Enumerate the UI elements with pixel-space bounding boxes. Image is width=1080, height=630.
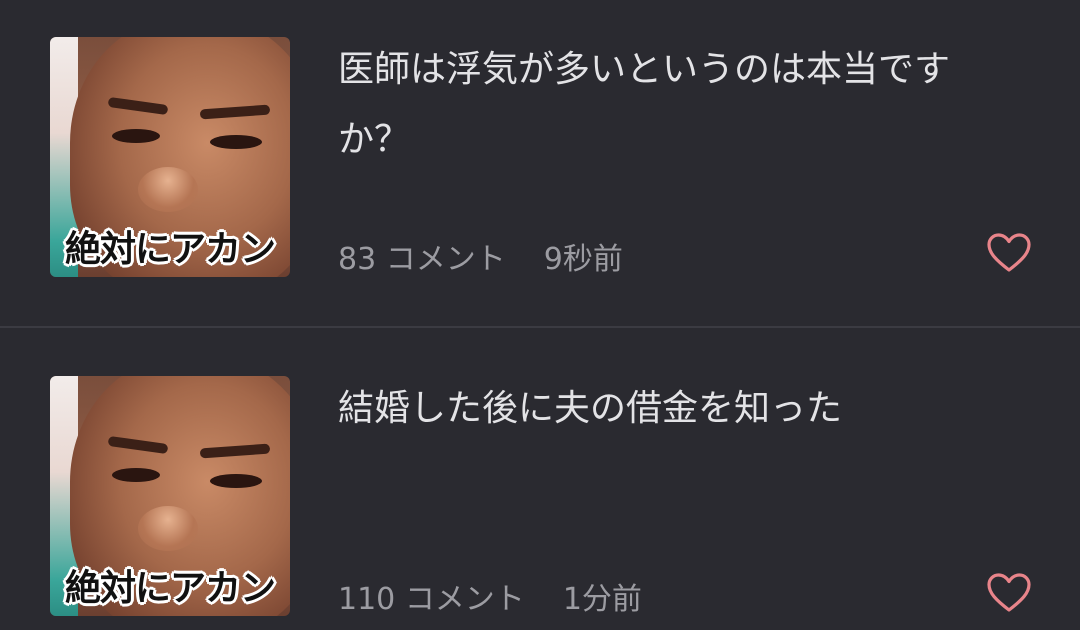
heart-outline-icon[interactable] bbox=[986, 232, 1032, 274]
post-time: 9秒前 bbox=[543, 242, 623, 277]
post-list: 絶対にアカン 医師は浮気が多いというのは本当ですか？ 83 コメント 9秒前 絶対… bbox=[0, 0, 1080, 630]
post-time: 1分前 bbox=[562, 582, 642, 617]
comment-label: コメント bbox=[404, 582, 525, 617]
comment-label: コメント bbox=[385, 242, 506, 277]
comment-count: 83 bbox=[338, 242, 377, 277]
comment-count: 110 bbox=[338, 582, 396, 617]
thumbnail-caption: 絶対にアカン bbox=[64, 567, 276, 609]
thumbnail-caption: 絶対にアカン bbox=[64, 228, 276, 270]
post-thumbnail[interactable]: 絶対にアカン bbox=[50, 37, 290, 277]
post-thumbnail[interactable]: 絶対にアカン bbox=[50, 376, 290, 616]
post-title[interactable]: 医師は浮気が多いというのは本当ですか？ bbox=[338, 35, 1018, 175]
list-item[interactable]: 絶対にアカン 結婚した後に夫の借金を知った 110 コメント 1分前 bbox=[0, 328, 1080, 630]
post-meta: 110 コメント 1分前 bbox=[338, 574, 642, 618]
post-meta: 83 コメント 9秒前 bbox=[338, 234, 623, 278]
post-title[interactable]: 結婚した後に夫の借金を知った bbox=[338, 374, 1018, 444]
heart-outline-icon[interactable] bbox=[986, 572, 1032, 614]
list-item[interactable]: 絶対にアカン 医師は浮気が多いというのは本当ですか？ 83 コメント 9秒前 bbox=[0, 0, 1080, 326]
